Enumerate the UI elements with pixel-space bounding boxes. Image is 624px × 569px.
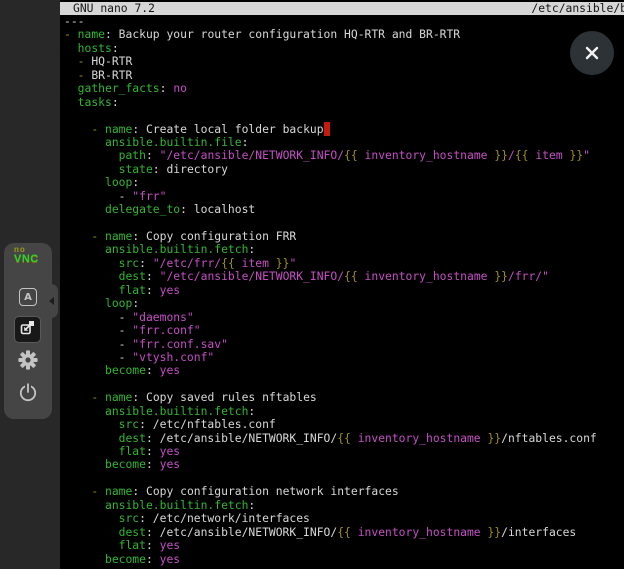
code-line: - name: Copy saved rules nftables — [64, 391, 624, 404]
code-line — [64, 217, 624, 230]
nano-editor-content[interactable]: ---- name: Backup your router configurat… — [64, 15, 624, 569]
code-line: - name: Copy configuration FRR — [64, 230, 624, 243]
code-line: - "frr.conf" — [64, 324, 624, 337]
novnc-logo: no VNC — [14, 246, 39, 265]
code-line — [64, 472, 624, 485]
code-line: become: yes — [64, 553, 624, 566]
code-line: tasks: — [64, 96, 624, 109]
code-line: ansible.builtin.file: — [64, 136, 624, 149]
code-line: - name: Backup your router configuration… — [64, 28, 624, 41]
sidebar-collapse-handle[interactable] — [44, 284, 58, 318]
terminal-window[interactable]: GNU nano 7.2 /etc/ansible/b ---- name: B… — [60, 0, 624, 569]
screen: GNU nano 7.2 /etc/ansible/b ---- name: B… — [0, 0, 624, 569]
code-line — [64, 378, 624, 391]
code-line: --- — [64, 15, 624, 28]
code-line: - name: Copy configuration network inter… — [64, 485, 624, 498]
fullscreen-button[interactable] — [14, 316, 41, 343]
code-line: flat: yes — [64, 284, 624, 297]
code-line: flat: yes — [64, 445, 624, 458]
code-line: ansible.builtin.fetch: — [64, 499, 624, 512]
code-line: delegate_to: localhost — [64, 203, 624, 216]
code-line: gather_facts: no — [64, 82, 624, 95]
close-icon — [583, 44, 601, 62]
close-button[interactable] — [570, 31, 614, 75]
code-line: hosts: — [64, 42, 624, 55]
code-line: flat: yes — [64, 539, 624, 552]
keyboard-icon: A — [19, 288, 37, 306]
code-line: - HQ-RTR — [64, 55, 624, 68]
power-button[interactable] — [16, 382, 40, 406]
nano-version-label: GNU nano 7.2 — [73, 2, 155, 15]
nano-titlebar: GNU nano 7.2 /etc/ansible/b — [60, 2, 624, 15]
file-path-label: /etc/ansible/b — [531, 2, 624, 15]
code-line: src: /etc/network/interfaces — [64, 512, 624, 525]
code-line: - "vtysh.conf" — [64, 351, 624, 364]
fullscreen-icon — [20, 320, 35, 339]
code-line: become: yes — [64, 458, 624, 471]
settings-button[interactable] — [18, 352, 38, 372]
code-line: become: yes — [64, 364, 624, 377]
power-icon — [17, 381, 39, 407]
extra-keys-button[interactable]: A — [18, 287, 38, 307]
code-line: dest: /etc/ansible/NETWORK_INFO/{{ inven… — [64, 526, 624, 539]
code-line — [64, 109, 624, 122]
code-line: ansible.builtin.fetch: — [64, 243, 624, 256]
novnc-control-panel: no VNC A — [4, 243, 52, 419]
text-cursor — [324, 122, 331, 136]
code-line: - "daemons" — [64, 311, 624, 324]
chevron-left-icon — [49, 297, 54, 305]
novnc-logo-bottom: VNC — [14, 254, 39, 265]
code-line: - BR-RTR — [64, 69, 624, 82]
gear-icon — [18, 350, 38, 374]
code-line: dest: /etc/ansible/NETWORK_INFO/{{ inven… — [64, 432, 624, 445]
code-line: ansible.builtin.fetch: — [64, 405, 624, 418]
code-line: state: directory — [64, 163, 624, 176]
code-line: loop: — [64, 297, 624, 310]
code-line: path: "/etc/ansible/NETWORK_INFO/{{ inve… — [64, 149, 624, 162]
code-line: loop: — [64, 176, 624, 189]
code-line: - "frr" — [64, 190, 624, 203]
code-line: - name: Create local folder backup — [64, 123, 624, 136]
code-line: src: /etc/nftables.conf — [64, 418, 624, 431]
code-line: dest: "/etc/ansible/NETWORK_INFO/{{ inve… — [64, 270, 624, 283]
code-line: - "frr.conf.sav" — [64, 338, 624, 351]
code-line: src: "/etc/frr/{{ item }}" — [64, 257, 624, 270]
